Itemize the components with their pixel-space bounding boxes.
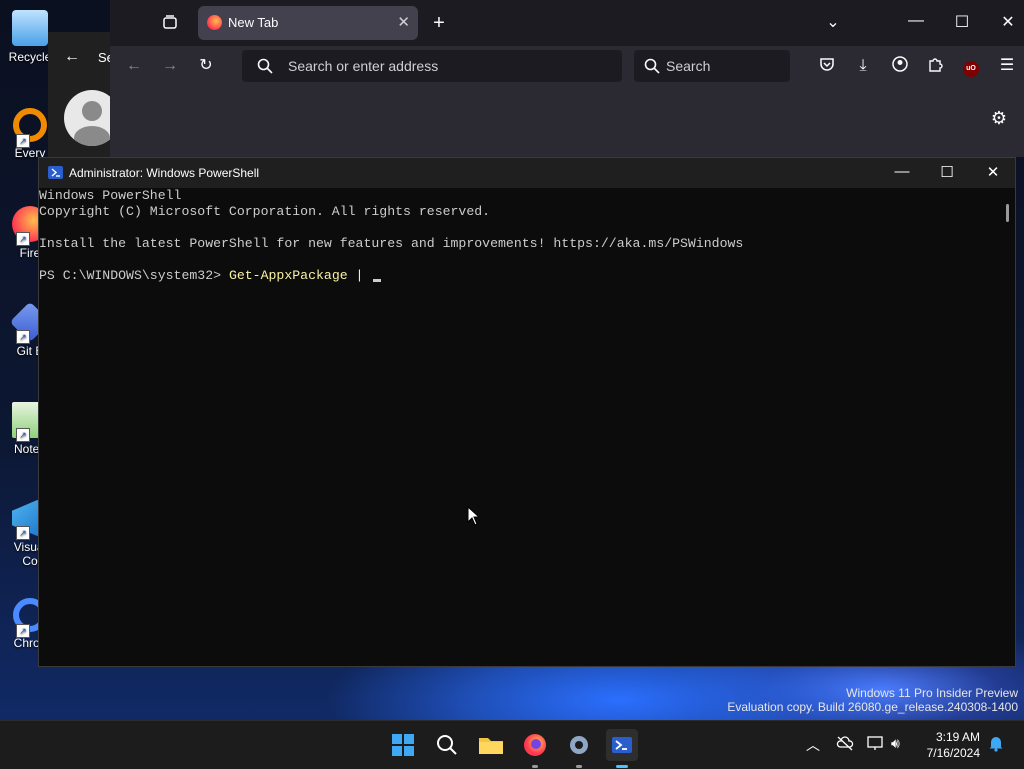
downloads-icon[interactable]: ⤓ bbox=[852, 56, 874, 76]
maximize-icon[interactable]: ☐ bbox=[932, 163, 962, 181]
tab-title: New Tab bbox=[228, 15, 279, 30]
search-placeholder: Search bbox=[666, 58, 711, 74]
extensions-puzzle-icon[interactable] bbox=[924, 56, 946, 78]
window-title: Administrator: Windows PowerShell bbox=[69, 166, 260, 180]
shortcut-arrow-icon: ↗ bbox=[16, 134, 30, 148]
gear-icon[interactable]: ⚙ bbox=[988, 108, 1010, 128]
system-clock[interactable]: 3:19 AM 7/16/2024 bbox=[927, 729, 980, 761]
pocket-icon[interactable] bbox=[816, 56, 838, 78]
volume-icon[interactable]: 🔊︎ bbox=[891, 735, 900, 752]
tab-list-icon[interactable] bbox=[159, 14, 181, 36]
clock-time: 3:19 AM bbox=[935, 730, 980, 744]
minimize-icon[interactable]: — bbox=[901, 12, 931, 30]
powershell-window: Administrator: Windows PowerShell — ☐ ✕ … bbox=[38, 157, 1016, 667]
show-hidden-icons-chevron-icon[interactable]: ︿ bbox=[806, 735, 820, 755]
text-cursor bbox=[373, 279, 382, 282]
search-icon bbox=[437, 735, 457, 755]
shortcut-arrow-icon: ↗ bbox=[16, 428, 30, 442]
reload-icon[interactable]: ↻ bbox=[195, 56, 217, 76]
shortcut-arrow-icon: ↗ bbox=[16, 330, 30, 344]
clock-date: 7/16/2024 bbox=[926, 746, 980, 760]
settings-window: ← Se bbox=[48, 32, 120, 160]
firefox-window: New Tab ✕ + ⌄ — ☐ ✕ ← → ↻ Search or ente… bbox=[110, 0, 1024, 157]
taskbar-powershell[interactable] bbox=[606, 729, 638, 768]
powershell-icon bbox=[612, 737, 632, 753]
hamburger-menu-icon[interactable]: ☰ bbox=[996, 56, 1018, 76]
search-icon bbox=[644, 58, 660, 74]
back-icon[interactable]: ← bbox=[123, 56, 145, 76]
close-tab-icon[interactable]: ✕ bbox=[397, 13, 410, 31]
shortcut-arrow-icon: ↗ bbox=[16, 624, 30, 638]
console-prompt-line: PS C:\WINDOWS\system32> Get-AppxPackage … bbox=[39, 268, 382, 284]
taskbar-firefox[interactable] bbox=[519, 729, 551, 768]
shortcut-arrow-icon: ↗ bbox=[16, 232, 30, 246]
close-window-icon[interactable]: ✕ bbox=[993, 12, 1023, 32]
desktop-icon-label: Co bbox=[22, 554, 38, 568]
network-icon[interactable] bbox=[866, 735, 884, 754]
firefox-icon bbox=[524, 734, 546, 756]
watermark-line: Evaluation copy. Build 26080.ge_release.… bbox=[727, 700, 1018, 714]
desktop-icon-label: Recycle bbox=[8, 50, 52, 64]
folder-icon bbox=[479, 738, 503, 754]
onedrive-offline-icon[interactable] bbox=[836, 735, 854, 754]
start-button[interactable] bbox=[387, 729, 419, 761]
gear-icon bbox=[570, 736, 588, 754]
url-bar[interactable]: Search or enter address bbox=[242, 50, 622, 82]
console-line: Install the latest PowerShell for new fe… bbox=[39, 236, 744, 251]
nav-toolbar: ← → ↻ Search or enter address Search ⤓ u… bbox=[110, 46, 1024, 88]
evaluation-watermark: Windows 11 Pro Insider Preview Evaluatio… bbox=[727, 686, 1018, 714]
scrollbar-thumb[interactable] bbox=[1006, 204, 1009, 222]
new-tab-plus-icon[interactable]: + bbox=[428, 13, 450, 33]
typed-command: Get-AppxPackage | bbox=[228, 268, 372, 283]
shortcut-arrow-icon: ↗ bbox=[16, 526, 30, 540]
recycle-bin-icon bbox=[12, 10, 48, 46]
ublock-badge: uO bbox=[963, 61, 979, 77]
minimize-icon[interactable]: — bbox=[887, 163, 917, 180]
taskbar-settings[interactable] bbox=[563, 729, 595, 768]
console-output[interactable]: Windows PowerShell Copyright (C) Microso… bbox=[39, 188, 999, 666]
close-window-icon[interactable]: ✕ bbox=[978, 163, 1008, 181]
forward-icon[interactable]: → bbox=[159, 56, 181, 76]
taskbar: ︿ 🔊︎ 3:19 AM 7/16/2024 bbox=[0, 720, 1024, 769]
notification-bell-icon[interactable] bbox=[988, 734, 1004, 755]
mouse-pointer-icon bbox=[467, 506, 479, 526]
powershell-icon bbox=[48, 166, 63, 179]
url-placeholder: Search or enter address bbox=[288, 58, 439, 74]
firefox-favicon-icon bbox=[207, 15, 222, 30]
tab-bar: New Tab ✕ + ⌄ — ☐ ✕ bbox=[110, 0, 1024, 46]
taskbar-search-button[interactable] bbox=[431, 729, 463, 761]
windows-logo-icon bbox=[392, 734, 414, 756]
search-bar[interactable]: Search bbox=[634, 50, 790, 82]
maximize-icon[interactable]: ☐ bbox=[947, 12, 977, 32]
console-line: Windows PowerShell bbox=[39, 188, 182, 203]
console-line: Copyright (C) Microsoft Corporation. All… bbox=[39, 204, 491, 219]
list-all-tabs-chevron-icon[interactable]: ⌄ bbox=[818, 12, 848, 32]
search-icon bbox=[257, 58, 273, 74]
tab-new-tab[interactable]: New Tab ✕ bbox=[198, 6, 418, 40]
account-icon[interactable] bbox=[889, 56, 911, 78]
new-tab-page: ⚙ bbox=[110, 88, 1024, 157]
prompt: PS C:\WINDOWS\system32> bbox=[39, 268, 229, 283]
back-arrow-icon[interactable]: ← bbox=[64, 48, 80, 66]
taskbar-file-explorer[interactable] bbox=[475, 729, 507, 761]
watermark-line: Windows 11 Pro Insider Preview bbox=[846, 686, 1018, 700]
powershell-titlebar[interactable]: Administrator: Windows PowerShell — ☐ ✕ bbox=[39, 158, 1015, 188]
ublock-origin-icon[interactable]: uO bbox=[960, 56, 982, 77]
